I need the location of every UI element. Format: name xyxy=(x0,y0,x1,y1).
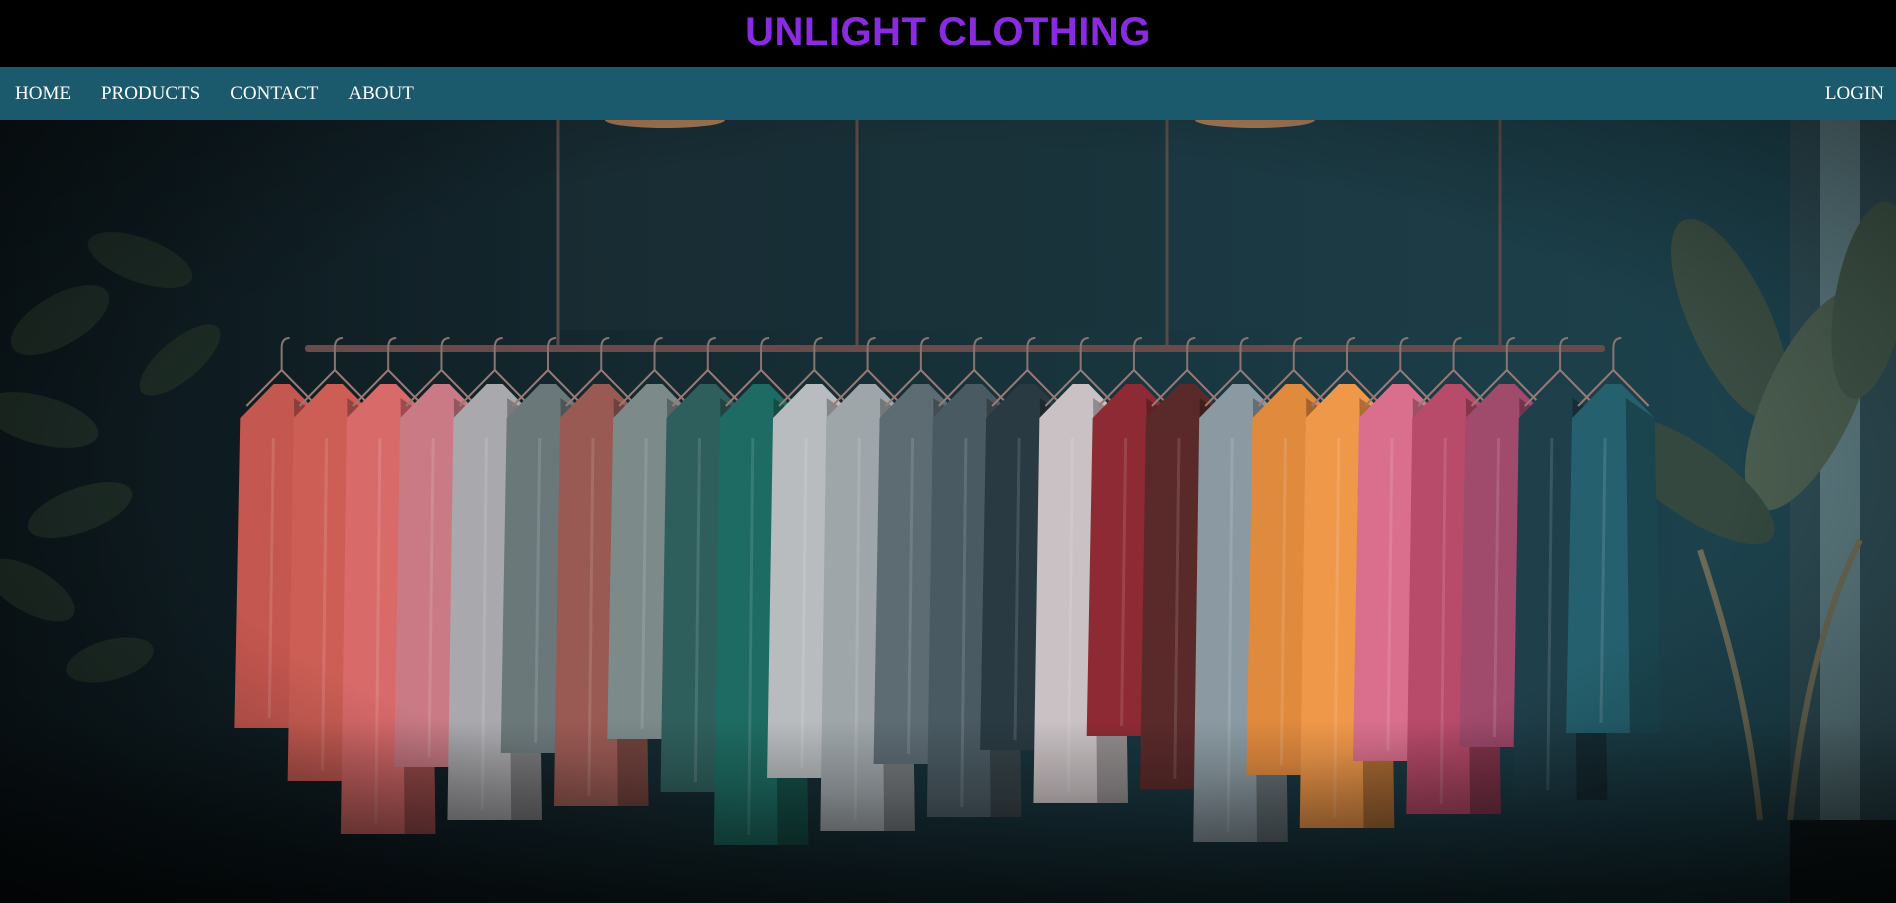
main-nav: HOME PRODUCTS CONTACT ABOUT LOGIN xyxy=(0,67,1896,120)
brand-title: UNLIGHT CLOTHING xyxy=(745,10,1151,54)
nav-about-link[interactable]: ABOUT xyxy=(348,83,413,105)
clothing-rack-photo xyxy=(0,120,1896,903)
nav-right: LOGIN xyxy=(1825,67,1884,120)
nav-home-link[interactable]: HOME xyxy=(15,83,71,105)
hero-banner-image xyxy=(0,120,1896,903)
vignette xyxy=(0,120,1896,903)
nav-contact-link[interactable]: CONTACT xyxy=(230,83,318,105)
site-header: UNLIGHT CLOTHING xyxy=(0,0,1896,67)
nav-products-link[interactable]: PRODUCTS xyxy=(101,83,200,105)
login-link[interactable]: LOGIN xyxy=(1825,83,1884,105)
nav-links: HOME PRODUCTS CONTACT ABOUT xyxy=(15,67,444,120)
